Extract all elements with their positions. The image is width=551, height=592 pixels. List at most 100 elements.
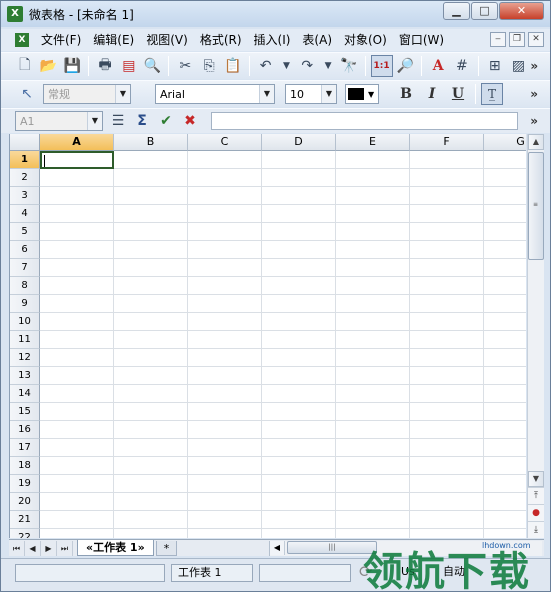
grid-cell[interactable] [262, 403, 336, 421]
grid-cell[interactable] [188, 205, 262, 223]
grid-cell[interactable] [114, 475, 188, 493]
row-header[interactable]: 16 [10, 421, 40, 439]
grid-cell[interactable] [40, 403, 114, 421]
row-header[interactable]: 22 [10, 529, 40, 538]
borders-icon[interactable]: ⊞ [484, 55, 506, 77]
row-header[interactable]: 21 [10, 511, 40, 529]
row-header[interactable]: 10 [10, 313, 40, 331]
grid-cell[interactable] [40, 169, 114, 187]
doc-minimize-button[interactable]: ‒ [490, 32, 506, 47]
grid-cell[interactable] [188, 313, 262, 331]
grid-cell[interactable] [262, 187, 336, 205]
grid-cell[interactable] [262, 331, 336, 349]
grid-cell[interactable] [188, 403, 262, 421]
grid-cell[interactable] [336, 223, 410, 241]
fill-pattern-icon[interactable]: ▨ [508, 55, 530, 77]
sheet-tab-1[interactable]: «工作表 1» [77, 540, 154, 556]
menu-table[interactable]: 表(A) [296, 30, 338, 50]
grid-cell[interactable] [336, 367, 410, 385]
grid-cell[interactable] [114, 439, 188, 457]
toolbar1-overflow-button[interactable]: » [530, 59, 538, 73]
grid-cell[interactable] [188, 259, 262, 277]
active-cell[interactable] [40, 151, 114, 169]
grid-cell[interactable] [262, 367, 336, 385]
grid-cell[interactable] [188, 529, 262, 538]
grid-cell[interactable] [336, 493, 410, 511]
grid-cell[interactable] [114, 385, 188, 403]
grid-cell[interactable] [188, 457, 262, 475]
grid-cell[interactable] [188, 475, 262, 493]
scroll-down-icon[interactable]: ▼ [528, 471, 544, 487]
column-header[interactable]: A [40, 134, 114, 151]
grid-cell[interactable] [188, 511, 262, 529]
add-sheet-tab[interactable]: * [155, 540, 178, 556]
document-icon[interactable]: X [15, 33, 29, 47]
grid-cell[interactable] [336, 313, 410, 331]
cell-style-select[interactable]: 常规 ▼ [43, 84, 131, 104]
grid-cell[interactable] [410, 385, 484, 403]
grid-cell[interactable] [410, 421, 484, 439]
find-binoculars-icon[interactable]: 🔭 [338, 55, 360, 77]
font-family-select[interactable]: Arial ▼ [155, 84, 275, 104]
column-header[interactable]: E [336, 134, 410, 151]
grid-cell[interactable] [484, 439, 526, 457]
grid-cell[interactable] [336, 385, 410, 403]
grid-cell[interactable] [410, 277, 484, 295]
select-all-corner[interactable] [10, 134, 40, 151]
menu-object[interactable]: 对象(O) [338, 30, 393, 50]
grid-cell[interactable] [40, 223, 114, 241]
row-header[interactable]: 19 [10, 475, 40, 493]
undo-icon[interactable]: ↶ [255, 55, 277, 77]
select-pointer-icon[interactable]: ↖ [16, 83, 38, 105]
grid-cell[interactable] [262, 511, 336, 529]
grid-cell[interactable] [114, 241, 188, 259]
menu-insert[interactable]: 插入(I) [248, 30, 297, 50]
column-header[interactable]: G [484, 134, 526, 151]
row-header[interactable]: 14 [10, 385, 40, 403]
grid-cell[interactable] [410, 331, 484, 349]
underline-button[interactable]: U [447, 84, 469, 104]
grid-cell[interactable] [336, 439, 410, 457]
grid-cell[interactable] [336, 187, 410, 205]
grid-cell[interactable] [410, 349, 484, 367]
grid-cell[interactable] [410, 187, 484, 205]
grid-cell[interactable] [114, 511, 188, 529]
menu-edit[interactable]: 编辑(E) [87, 30, 140, 50]
grid-cell[interactable] [262, 313, 336, 331]
grid-cell[interactable] [484, 205, 526, 223]
grid-cell[interactable] [484, 457, 526, 475]
grid-cell[interactable] [114, 223, 188, 241]
grid-cell[interactable] [336, 511, 410, 529]
grid-cell[interactable] [40, 349, 114, 367]
grid-cell[interactable] [188, 421, 262, 439]
grid-cell[interactable] [262, 205, 336, 223]
previous-sheet-icon[interactable]: ◀ [25, 540, 41, 556]
grid-cell[interactable] [410, 241, 484, 259]
grid-cell[interactable] [114, 367, 188, 385]
accept-icon[interactable]: ✔ [155, 110, 177, 132]
grid-cell[interactable] [262, 223, 336, 241]
grid-cell[interactable] [484, 223, 526, 241]
grid-cell[interactable] [336, 529, 410, 538]
grid-cell[interactable] [336, 151, 410, 169]
grid-cell[interactable] [40, 187, 114, 205]
open-folder-icon[interactable]: 📂 [38, 55, 60, 77]
grid-cell[interactable] [410, 475, 484, 493]
grid-cell[interactable] [484, 403, 526, 421]
text-color-icon[interactable]: A [427, 55, 449, 77]
grid-cell[interactable] [410, 169, 484, 187]
grid-cell[interactable] [336, 331, 410, 349]
doc-close-button[interactable]: ✕ [528, 32, 544, 47]
grid-cell[interactable] [484, 493, 526, 511]
redo-dropdown-icon[interactable]: ▼ [320, 55, 336, 77]
copy-icon[interactable]: ⎘ [198, 55, 220, 77]
grid-cell[interactable] [484, 277, 526, 295]
grid-cell[interactable] [484, 529, 526, 538]
grid-cell[interactable] [410, 403, 484, 421]
grid-cell[interactable] [262, 277, 336, 295]
grid-cell[interactable] [484, 295, 526, 313]
grid-cell[interactable] [336, 205, 410, 223]
grid-cell[interactable] [40, 367, 114, 385]
grid-cell[interactable] [114, 187, 188, 205]
grid-cell[interactable] [410, 493, 484, 511]
